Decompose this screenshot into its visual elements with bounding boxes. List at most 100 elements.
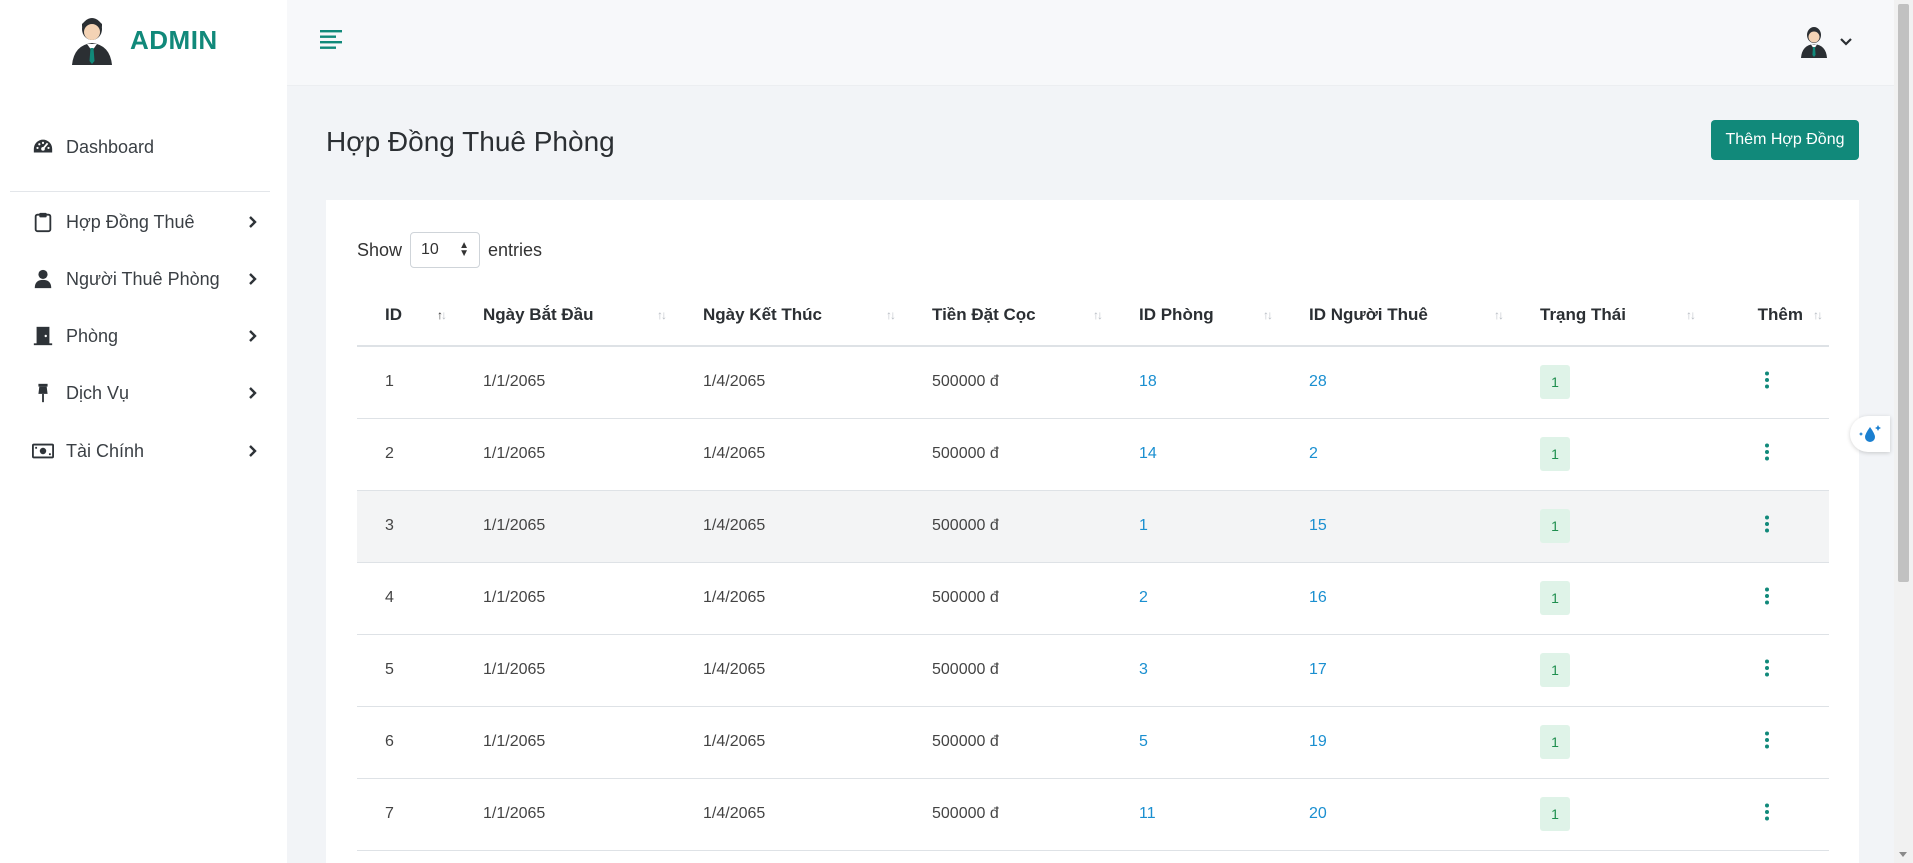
- chevron-right-icon: [249, 330, 257, 342]
- entries-label: entries: [488, 239, 543, 260]
- brand-logo[interactable]: ADMIN: [68, 14, 218, 66]
- more-options-icon[interactable]: [1757, 514, 1777, 534]
- sidebar-item-dich-vu[interactable]: Dịch Vụ: [30, 376, 260, 410]
- cell-deposit: 500000 đ: [932, 661, 999, 678]
- sidebar-item-nguoi-thue-phong[interactable]: Người Thuê Phòng: [30, 262, 260, 296]
- room-id-link[interactable]: 2: [1111, 562, 1281, 634]
- cell-end-date: 1/4/2065: [703, 733, 766, 750]
- room-id-link[interactable]: 3: [1111, 634, 1281, 706]
- entries-length-control: Show 10 ▲ ▼ entries: [357, 232, 542, 268]
- cell-id: 3: [385, 517, 394, 534]
- tenant-id-link[interactable]: 20: [1281, 778, 1512, 850]
- sidebar-item-dashboard[interactable]: Dashboard: [30, 130, 270, 164]
- user-avatar-icon: [1801, 27, 1827, 58]
- tenant-id-link[interactable]: 17: [1281, 634, 1512, 706]
- sort-icon: ↑↓: [1494, 308, 1504, 322]
- chevron-right-icon: [249, 445, 257, 457]
- column-header-start-date[interactable]: Ngày Bắt Đầu ↑↓: [455, 284, 675, 347]
- dashboard-gauge-icon: [30, 134, 56, 160]
- scroll-down-arrow-icon[interactable]: [1899, 852, 1907, 857]
- status-badge: 1: [1540, 509, 1570, 543]
- cell-status: 1: [1512, 706, 1704, 778]
- cell-id: 1: [385, 373, 394, 391]
- tenant-id-link[interactable]: 15: [1281, 490, 1512, 562]
- column-header-room-id[interactable]: ID Phòng ↑↓: [1111, 284, 1281, 347]
- room-id-link[interactable]: 5: [1111, 706, 1281, 778]
- table-row: 1 1/1/2065 1/4/2065 500000 đ 18 28 1: [357, 346, 1829, 418]
- room-id-link[interactable]: 11: [1111, 778, 1281, 850]
- sidebar: ADMIN Dashboard Hợp Đồng Thuê Người Thuê…: [0, 0, 287, 863]
- table-row: 5 1/1/2065 1/4/2065 500000 đ 3 17 1: [357, 634, 1829, 706]
- more-options-icon[interactable]: [1757, 658, 1777, 678]
- cell-actions: [1704, 346, 1829, 418]
- contracts-table: ID ↑↓ Ngày Bắt Đầu ↑↓ Ngày Kết Thúc ↑↓ Tiền…: [357, 284, 1829, 851]
- cell-end-date: 1/4/2065: [703, 373, 766, 391]
- more-options-icon[interactable]: [1757, 586, 1777, 606]
- more-options-icon[interactable]: [1757, 802, 1777, 822]
- status-badge: 1: [1540, 437, 1570, 471]
- sidebar-item-tai-chinh[interactable]: Tài Chính: [30, 434, 260, 468]
- column-header-id[interactable]: ID ↑↓: [357, 284, 455, 347]
- scrollbar-thumb[interactable]: [1898, 4, 1909, 582]
- column-header-status[interactable]: Trạng Thái ↑↓: [1512, 284, 1704, 347]
- tenant-id-link[interactable]: 2: [1281, 418, 1512, 490]
- sidebar-item-hop-dong-thue[interactable]: Hợp Đồng Thuê: [30, 205, 260, 239]
- cell-status: 1: [1512, 562, 1704, 634]
- column-header-tenant-id[interactable]: ID Người Thuê ↑↓: [1281, 284, 1512, 347]
- column-header-deposit[interactable]: Tiền Đặt Cọc ↑↓: [904, 284, 1111, 347]
- sort-asc-icon: ↑↓: [437, 308, 447, 322]
- contracts-card: Show 10 ▲ ▼ entries ID ↑↓ Ngày Bắt Đầu ↑↓ N…: [326, 200, 1859, 863]
- top-header: [287, 0, 1894, 86]
- pin-icon: [30, 380, 56, 406]
- cell-deposit: 500000 đ: [932, 733, 999, 750]
- entries-select-value: 10: [421, 241, 439, 258]
- cell-start-date: 1/1/2065: [483, 517, 546, 534]
- page-scrollbar[interactable]: [1894, 0, 1913, 863]
- show-label: Show: [357, 239, 403, 260]
- sidebar-item-label: Phòng: [66, 325, 119, 346]
- cell-start-date: 1/1/2065: [483, 445, 546, 462]
- chevron-right-icon: [249, 273, 257, 285]
- tenant-id-link[interactable]: 19: [1281, 706, 1512, 778]
- column-header-end-date[interactable]: Ngày Kết Thúc ↑↓: [675, 284, 904, 347]
- status-badge: 1: [1540, 581, 1570, 615]
- tenant-id-link[interactable]: 16: [1281, 562, 1512, 634]
- room-id-link[interactable]: 18: [1111, 346, 1281, 418]
- tenant-id-link[interactable]: 28: [1281, 346, 1512, 418]
- table-row: 7 1/1/2065 1/4/2065 500000 đ 11 20 1: [357, 778, 1829, 850]
- room-id-link[interactable]: 14: [1111, 418, 1281, 490]
- more-options-icon[interactable]: [1757, 442, 1777, 462]
- droplet-sparkle-icon: [1859, 425, 1881, 442]
- status-badge: 1: [1540, 365, 1570, 400]
- floating-assistant-button[interactable]: [1850, 416, 1890, 452]
- room-id-link[interactable]: 1: [1111, 490, 1281, 562]
- sort-icon: ↑↓: [886, 308, 896, 322]
- door-icon: [30, 323, 56, 349]
- add-contract-button[interactable]: Thêm Hợp Đồng: [1711, 120, 1859, 160]
- column-header-more[interactable]: Thêm ↑↓: [1704, 284, 1829, 347]
- table-row: 4 1/1/2065 1/4/2065 500000 đ 2 16 1: [357, 562, 1829, 634]
- cell-start-date: 1/1/2065: [483, 589, 546, 606]
- cell-end-date: 1/4/2065: [703, 661, 766, 678]
- cell-status: 1: [1512, 778, 1704, 850]
- table-row: 6 1/1/2065 1/4/2065 500000 đ 5 19 1: [357, 706, 1829, 778]
- cell-status: 1: [1512, 490, 1704, 562]
- cell-id: 6: [385, 733, 394, 750]
- cell-deposit: 500000 đ: [932, 373, 999, 391]
- cell-deposit: 500000 đ: [932, 517, 999, 534]
- cell-deposit: 500000 đ: [932, 805, 999, 822]
- menu-toggle-icon[interactable]: [319, 28, 343, 52]
- more-options-icon[interactable]: [1757, 370, 1777, 390]
- cell-actions: [1704, 778, 1829, 850]
- cell-start-date: 1/1/2065: [483, 805, 546, 822]
- page-title: Hợp Đồng Thuê Phòng: [326, 126, 615, 157]
- user-menu[interactable]: [1799, 26, 1853, 58]
- status-badge: 1: [1540, 725, 1570, 759]
- sidebar-item-phong[interactable]: Phòng: [30, 319, 260, 353]
- cell-actions: [1704, 706, 1829, 778]
- more-options-icon[interactable]: [1757, 730, 1777, 750]
- cell-end-date: 1/4/2065: [703, 517, 766, 534]
- entries-select[interactable]: 10 ▲ ▼: [410, 232, 481, 268]
- status-badge: 1: [1540, 797, 1570, 831]
- cell-deposit: 500000 đ: [932, 445, 999, 462]
